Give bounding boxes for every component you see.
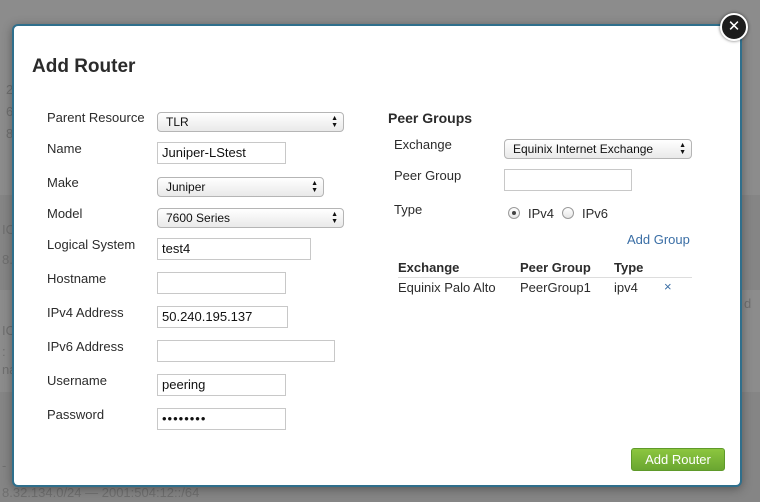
select-arrows-icon: ▲ ▼ — [311, 180, 318, 194]
type-ipv6-radio[interactable] — [562, 207, 574, 219]
type-label: Type — [394, 202, 423, 217]
model-value: 7600 Series — [166, 211, 231, 225]
table-cell-exchange: Equinix Palo Alto — [398, 280, 496, 295]
table-header-exchange: Exchange — [398, 260, 460, 275]
remove-row-icon[interactable]: × — [664, 279, 672, 294]
peer-group-input[interactable] — [504, 169, 632, 191]
username-input[interactable]: peering — [157, 374, 286, 396]
ipv6-address-input[interactable] — [157, 340, 335, 362]
background-fragment: - — [2, 458, 7, 473]
logical-system-label: Logical System — [47, 237, 136, 252]
table-cell-type: ipv4 — [614, 280, 638, 295]
close-icon: ✕ — [727, 17, 741, 35]
close-button[interactable]: ✕ — [720, 13, 748, 41]
name-label: Name — [47, 141, 82, 156]
table-header-type: Type — [614, 260, 644, 275]
background-fragment: d — [744, 296, 752, 311]
hostname-label: Hostname — [47, 271, 107, 286]
parent-resource-value: TLR — [166, 115, 189, 129]
password-label: Password — [47, 407, 105, 422]
add-group-link[interactable]: Add Group — [627, 232, 690, 247]
ipv4-address-input[interactable]: 50.240.195.137 — [157, 306, 288, 328]
name-input[interactable]: Juniper-LStest — [157, 142, 286, 164]
ipv4-address-label: IPv4 Address — [47, 305, 124, 320]
exchange-label: Exchange — [394, 137, 452, 152]
password-input[interactable]: •••••••• — [157, 408, 286, 430]
type-ipv4-radio[interactable] — [508, 207, 520, 219]
exchange-value: Equinix Internet Exchange — [513, 142, 654, 156]
background-route-text: 8.32.134.0/24 — 2001:504:12::/64 — [2, 485, 200, 500]
peer-group-label: Peer Group — [394, 168, 462, 183]
modal-title: Add Router — [32, 56, 136, 77]
table-cell-peer-group: PeerGroup1 — [520, 280, 591, 295]
select-arrows-icon: ▲ ▼ — [331, 115, 338, 129]
parent-resource-label: Parent Resource — [47, 110, 145, 125]
logical-system-input[interactable]: test4 — [157, 238, 311, 260]
table-header-peer-group: Peer Group — [520, 260, 591, 275]
background-fragment: : — [2, 344, 6, 359]
model-label: Model — [47, 206, 83, 221]
table-divider — [398, 277, 692, 278]
add-router-modal: Add Router Parent Resource TLR ▲ ▼ Name J… — [12, 24, 742, 487]
parent-resource-select[interactable]: TLR ▲ ▼ — [157, 112, 344, 132]
add-router-button[interactable]: Add Router — [631, 448, 725, 471]
select-arrows-icon: ▲ ▼ — [679, 142, 686, 156]
model-select[interactable]: 7600 Series ▲ ▼ — [157, 208, 344, 228]
username-label: Username — [47, 373, 107, 388]
select-arrows-icon: ▲ ▼ — [331, 211, 338, 225]
make-select[interactable]: Juniper ▲ ▼ — [157, 177, 324, 197]
hostname-input[interactable] — [157, 272, 286, 294]
type-ipv4-label: IPv4 — [528, 206, 555, 221]
type-ipv6-label: IPv6 — [582, 206, 609, 221]
ipv6-address-label: IPv6 Address — [47, 339, 124, 354]
make-value: Juniper — [166, 180, 206, 194]
make-label: Make — [47, 175, 79, 190]
exchange-select[interactable]: Equinix Internet Exchange ▲ ▼ — [504, 139, 692, 159]
peer-groups-title: Peer Groups — [388, 110, 473, 126]
